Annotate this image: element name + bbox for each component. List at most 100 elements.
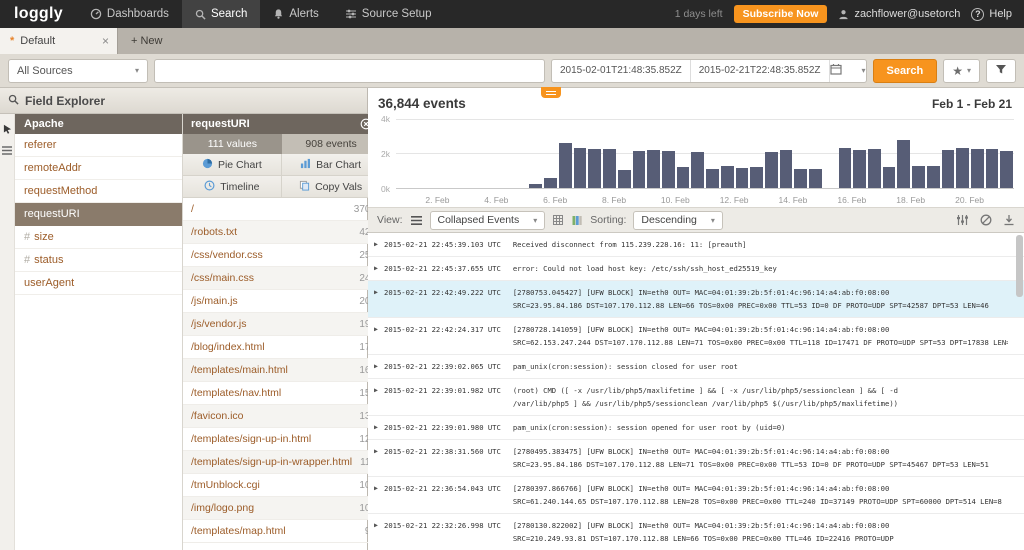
log-event-row[interactable]: ▶2015-02-21 22:39:01.980 UTCpam_unix(cro… — [368, 416, 1024, 440]
event-list: ▶2015-02-21 22:45:39.103 UTCReceived dis… — [368, 233, 1024, 550]
copy-icon — [299, 180, 310, 194]
view-label: View: — [377, 214, 403, 226]
grid-view-icon[interactable] — [552, 214, 564, 226]
sort-dropdown[interactable]: Descending ▾ — [633, 211, 722, 230]
log-event-row[interactable]: ▶2015-02-21 22:42:24.317 UTC[2780728.141… — [368, 318, 1024, 355]
log-event-row[interactable]: ▶2015-02-21 22:32:26.998 UTC[2780130.822… — [368, 514, 1024, 550]
display-options-icon[interactable] — [956, 214, 969, 226]
log-event-row[interactable]: ▶2015-02-21 22:39:02.065 UTCpam_unix(cro… — [368, 355, 1024, 379]
sources-dropdown[interactable]: All Sources ▾ — [8, 59, 148, 83]
trial-days-left: 1 days left — [675, 8, 723, 20]
live-tail-icon[interactable] — [980, 214, 992, 226]
value-row[interactable]: /css/vendor.css25 — [183, 244, 380, 267]
search-collapse-handle[interactable] — [541, 87, 561, 98]
value-row[interactable]: /templates/sign-up-in.html12 — [183, 428, 380, 451]
view-mode-dropdown[interactable]: Collapsed Events ▾ — [430, 211, 546, 230]
expand-event-icon[interactable]: ▶ — [374, 445, 384, 458]
tab-close-icon[interactable]: × — [102, 34, 109, 48]
download-icon[interactable] — [1003, 214, 1015, 226]
value-row[interactable]: /370 — [183, 198, 380, 221]
field-item-remoteAddr[interactable]: remoteAddr — [15, 157, 182, 180]
nav-source-setup[interactable]: Source Setup — [332, 0, 445, 28]
expand-event-icon[interactable]: ▶ — [374, 286, 384, 299]
calendar-button[interactable]: ▾ — [830, 60, 866, 82]
value-row[interactable]: /img/logo.png10 — [183, 497, 380, 520]
value-row[interactable]: /templates/map.html9 — [183, 520, 380, 543]
value-row[interactable]: /js/vendor.js19 — [183, 313, 380, 336]
loggly-logo[interactable]: loggly — [0, 0, 77, 28]
search-button[interactable]: Search — [873, 59, 938, 83]
expand-event-icon[interactable]: ▶ — [374, 360, 384, 373]
pointer-icon[interactable] — [3, 124, 12, 134]
user-menu[interactable]: zachflower@usetorch — [838, 8, 960, 20]
nav-search[interactable]: Search — [182, 0, 260, 28]
field-item-requestMethod[interactable]: requestMethod — [15, 180, 182, 203]
date-from-field[interactable]: 2015-02-01T21:48:35.852Z — [552, 60, 691, 82]
nav-dashboards[interactable]: Dashboards — [77, 0, 182, 28]
x-axis-tick: 12. Feb — [720, 195, 749, 205]
field-label: status — [34, 254, 63, 266]
value-row[interactable]: /robots.txt42 — [183, 221, 380, 244]
event-message-line: SRC=62.153.247.244 DST=107.170.112.88 LE… — [513, 336, 1008, 349]
field-group-apache[interactable]: Apache — [15, 114, 182, 134]
value-row[interactable]: /templates/nav.html15 — [183, 382, 380, 405]
field-item-status[interactable]: # status — [15, 249, 182, 272]
histogram-bar — [618, 170, 631, 188]
saved-searches-button[interactable]: ★ ▾ — [943, 59, 980, 83]
log-event-row[interactable]: ▶2015-02-21 22:36:54.043 UTC[2780397.866… — [368, 477, 1024, 514]
tab-values[interactable]: 111 values — [183, 134, 282, 154]
bar-chart-label: Bar Chart — [316, 159, 361, 171]
event-message: Received disconnect from 115.239.228.16:… — [513, 238, 1008, 251]
tab-default[interactable]: * Default × — [0, 28, 118, 54]
numeric-field-icon: # — [24, 254, 30, 266]
log-event-row[interactable]: ▶2015-02-21 22:45:39.103 UTCReceived dis… — [368, 233, 1024, 257]
expand-event-icon[interactable]: ▶ — [374, 421, 384, 434]
search-query-input[interactable] — [154, 59, 545, 83]
field-item-size[interactable]: #size — [15, 226, 182, 249]
help-menu[interactable]: ? Help — [971, 8, 1012, 21]
copy-vals-button[interactable]: Copy Vals — [282, 176, 381, 198]
log-event-row[interactable]: ▶2015-02-21 22:38:31.560 UTC[2780495.383… — [368, 440, 1024, 477]
value-row[interactable]: /js/main.js20 — [183, 290, 380, 313]
value-row[interactable]: /templates/sign-up-in-wrapper.html11 — [183, 451, 380, 474]
expand-event-icon[interactable]: ▶ — [374, 262, 384, 275]
value-row[interactable]: /templates/main.html16 — [183, 359, 380, 382]
expand-event-icon[interactable]: ▶ — [374, 323, 384, 336]
histogram-bar — [942, 150, 955, 188]
value-row[interactable]: /favicon.ico13 — [183, 405, 380, 428]
chart-bars[interactable] — [396, 119, 1014, 189]
histogram-bar — [971, 149, 984, 188]
histogram-bar — [956, 148, 969, 188]
date-to-field[interactable]: 2015-02-21T22:48:35.852Z — [691, 60, 830, 82]
expand-event-icon[interactable]: ▶ — [374, 238, 384, 251]
value-row[interactable]: /css/main.css24 — [183, 267, 380, 290]
column-view-icon[interactable] — [571, 214, 583, 226]
subscribe-button[interactable]: Subscribe Now — [734, 5, 828, 23]
histogram-bar — [544, 178, 557, 188]
field-item-referer[interactable]: referer — [15, 134, 182, 157]
value-row[interactable]: /tmUnblock.cgi10 — [183, 474, 380, 497]
nav-alerts[interactable]: Alerts — [260, 0, 331, 28]
log-event-row[interactable]: ▶2015-02-21 22:39:01.982 UTC(root) CMD (… — [368, 379, 1024, 416]
new-tab-button[interactable]: + New — [118, 28, 176, 54]
expand-event-icon[interactable]: ▶ — [374, 519, 384, 532]
list-icon[interactable] — [2, 146, 12, 155]
list-view-icon[interactable] — [410, 215, 423, 226]
scrollbar-thumb[interactable] — [1016, 235, 1023, 297]
bar-chart-button[interactable]: Bar Chart — [282, 154, 381, 176]
chart-xlabels: 2. Feb4. Feb6. Feb8. Feb10. Feb12. Feb14… — [396, 191, 1014, 207]
expand-event-icon[interactable]: ▶ — [374, 384, 384, 397]
value-row[interactable]: /blog/index.html17 — [183, 336, 380, 359]
log-event-row[interactable]: ▶2015-02-21 22:42:49.222 UTC[2780753.045… — [368, 281, 1024, 318]
field-item-userAgent[interactable]: userAgent — [15, 272, 182, 295]
pie-chart-button[interactable]: Pie Chart — [183, 154, 282, 176]
value-label: /templates/sign-up-in.html — [191, 433, 351, 445]
field-item-requestURI[interactable]: requestURI — [15, 203, 182, 226]
timeline-button[interactable]: Timeline — [183, 176, 282, 198]
tab-events[interactable]: 908 events — [282, 134, 381, 154]
filter-icon — [995, 62, 1007, 80]
expand-event-icon[interactable]: ▶ — [374, 482, 384, 495]
log-event-row[interactable]: ▶2015-02-21 22:45:37.655 UTCerror: Could… — [368, 257, 1024, 281]
x-axis-tick: 16. Feb — [837, 195, 866, 205]
search-tools-button[interactable] — [986, 59, 1016, 83]
